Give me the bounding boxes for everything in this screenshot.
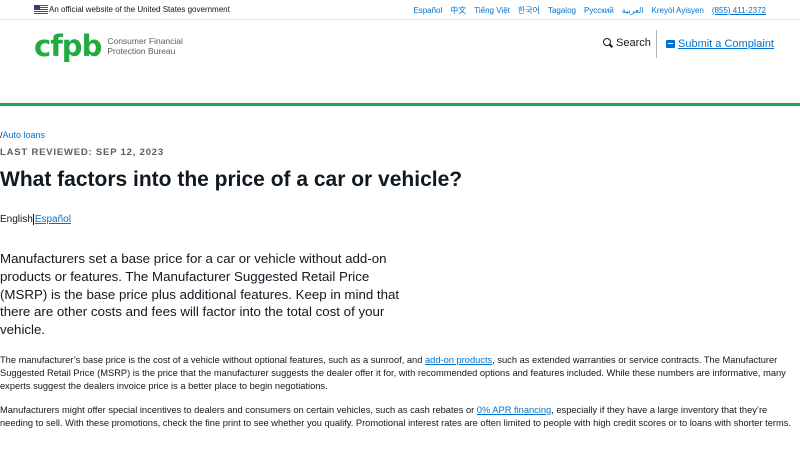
logo-text-line1: Consumer Financial bbox=[107, 36, 183, 46]
lang-link-haitian-creole[interactable]: Kreyòl Ayisyen bbox=[652, 6, 704, 15]
language-toggle: English Español bbox=[0, 214, 71, 225]
site-header: cfpb Consumer Financial Protection Burea… bbox=[0, 21, 800, 105]
p1-text-before: The manufacturer’s base price is the cos… bbox=[0, 355, 425, 365]
cfpb-logo[interactable]: cfpb Consumer Financial Protection Burea… bbox=[34, 31, 197, 61]
lang-alt-link[interactable]: Español bbox=[35, 214, 71, 225]
lang-link-arabic[interactable]: العربية bbox=[622, 6, 644, 15]
breadcrumb-link-auto-loans[interactable]: Auto loans bbox=[3, 130, 46, 140]
body-paragraph-2: Manufacturers might offer special incent… bbox=[0, 404, 800, 430]
lang-current: English bbox=[0, 214, 33, 225]
add-on-products-link[interactable]: add-on products bbox=[425, 355, 492, 365]
body-paragraph-1: The manufacturer’s base price is the cos… bbox=[0, 354, 800, 392]
lang-link-chinese[interactable]: 中文 bbox=[450, 5, 466, 16]
us-flag-icon bbox=[34, 5, 48, 14]
logo-text-line2: Protection Bureau bbox=[107, 46, 176, 56]
last-reviewed: LAST REVIEWED: SEP 12, 2023 bbox=[0, 147, 164, 158]
lang-link-korean[interactable]: 한국어 bbox=[518, 5, 540, 16]
page-title: What factors into the price of a car or … bbox=[0, 168, 463, 191]
lang-link-vietnamese[interactable]: Tiếng Việt bbox=[474, 6, 510, 15]
lead-paragraph: Manufacturers set a base price for a car… bbox=[0, 251, 400, 338]
search-button[interactable]: Search bbox=[603, 37, 651, 49]
header-divider bbox=[656, 30, 657, 58]
apr-financing-link[interactable]: 0% APR financing bbox=[477, 405, 551, 415]
gov-banner: An official website of the United States… bbox=[0, 0, 800, 20]
logo-mark: cfpb bbox=[34, 29, 102, 63]
header-green-rule bbox=[0, 103, 800, 106]
submit-complaint-link[interactable]: Submit a Complaint bbox=[666, 38, 774, 50]
gov-banner-text: An official website of the United States… bbox=[49, 5, 230, 14]
search-label: Search bbox=[616, 37, 651, 49]
breadcrumb: /Auto loans bbox=[0, 130, 45, 140]
language-links: Español 中文 Tiếng Việt 한국어 Tagalog Русски… bbox=[413, 0, 766, 20]
p2-text-before: Manufacturers might offer special incent… bbox=[0, 405, 477, 415]
lang-link-tagalog[interactable]: Tagalog bbox=[548, 6, 576, 15]
lang-link-spanish[interactable]: Español bbox=[413, 6, 442, 15]
complaint-icon bbox=[666, 40, 675, 48]
phone-link[interactable]: (855) 411-2372 bbox=[712, 6, 766, 15]
lang-link-russian[interactable]: Русский bbox=[584, 6, 614, 15]
search-icon bbox=[603, 38, 613, 48]
logo-text: Consumer Financial Protection Bureau bbox=[107, 36, 197, 56]
submit-complaint-label[interactable]: Submit a Complaint bbox=[678, 38, 774, 50]
